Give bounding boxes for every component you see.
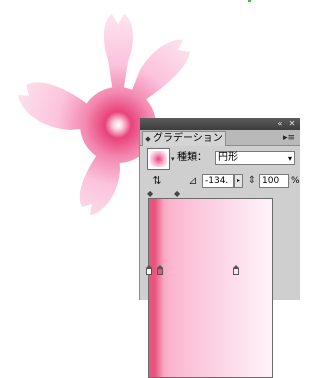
color-stop-end[interactable] [233, 265, 239, 275]
collapse-icon[interactable]: « [275, 119, 285, 129]
reverse-gradient-icon[interactable]: ⇅ [150, 174, 164, 188]
panel-menu-icon[interactable]: ▸≡ [282, 132, 296, 144]
angle-field[interactable]: -134. [202, 174, 234, 188]
aspect-ratio-field[interactable]: 100 [259, 174, 289, 188]
angle-dropdown-button[interactable]: ▸ [234, 174, 243, 188]
gradient-type-value: 円形 [218, 152, 238, 163]
midpoint-marker-icon[interactable]: ◆ [147, 190, 153, 198]
tab-gradient[interactable]: ◆ グラデーション [142, 131, 226, 146]
midpoint-marker-icon[interactable]: ◆ [174, 190, 180, 198]
color-stop-mid[interactable] [157, 265, 163, 275]
panel-title-bar[interactable]: « ✕ [140, 118, 300, 130]
close-icon[interactable]: ✕ [287, 119, 297, 129]
tab-title: グラデーション [153, 133, 223, 144]
type-label: 種類： [177, 152, 207, 163]
aspect-ratio-icon: ⇕ [247, 175, 257, 186]
panel-tab-row: ◆ グラデーション ▸≡ [140, 130, 300, 146]
tab-arrows-icon: ◆ [145, 135, 151, 143]
gradient-swatch[interactable] [147, 148, 170, 170]
angle-icon: ⊿ [188, 174, 198, 187]
color-stop-start[interactable] [146, 265, 152, 275]
gradient-panel: « ✕ ◆ グラデーション ▸≡ ▾ 種類： 円形 ▾ ⇅ ⊿ -134. ▸ … [139, 118, 300, 378]
gradient-type-select[interactable]: 円形 ▾ [215, 151, 295, 165]
chevron-down-icon: ▾ [287, 154, 292, 163]
aspect-ratio-unit: % [291, 176, 300, 186]
swatch-preview [150, 151, 167, 167]
gradient-slider-preview[interactable] [148, 198, 273, 378]
